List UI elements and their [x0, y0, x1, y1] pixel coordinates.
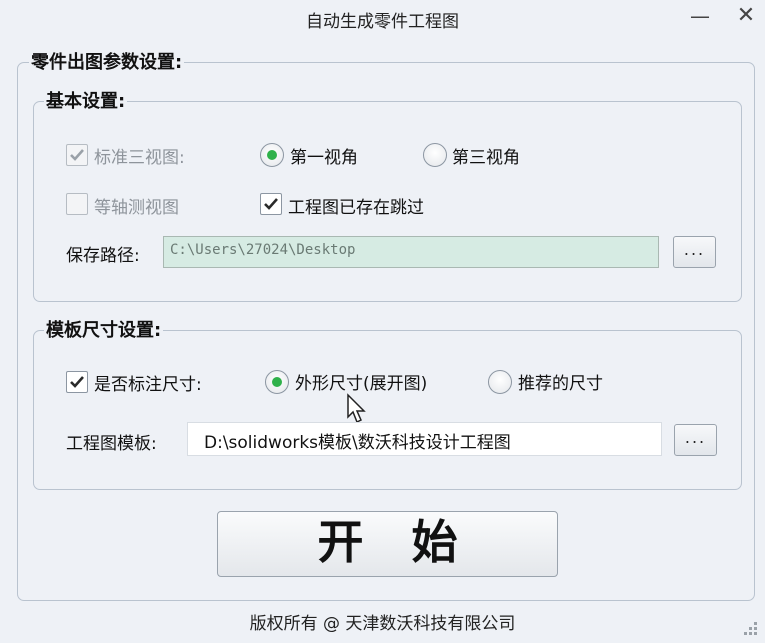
skip-existing-checkbox[interactable] [260, 193, 282, 215]
close-button[interactable]: ✕ [728, 2, 764, 32]
title-bar: 自动生成零件工程图 — ✕ [0, 0, 765, 36]
start-button[interactable]: 开始 [217, 511, 558, 577]
isometric-view-checkbox[interactable] [66, 193, 88, 215]
minimize-button[interactable]: — [682, 2, 718, 32]
first-angle-label: 第一视角 [290, 148, 358, 168]
save-path-label: 保存路径: [66, 246, 140, 266]
annotate-dims-label: 是否标注尺寸: [94, 375, 202, 395]
template-settings-group [33, 330, 742, 490]
skip-existing-label: 工程图已存在跳过 [288, 198, 424, 218]
radio-selected-dot [267, 150, 277, 160]
isometric-view-label: 等轴测视图 [94, 198, 179, 218]
save-path-field[interactable]: C:\Users\27024\Desktop [163, 236, 659, 268]
template-browse-button[interactable]: ... [674, 424, 717, 456]
standard-views-checkbox[interactable] [66, 144, 88, 166]
third-angle-label: 第三视角 [452, 148, 520, 168]
resize-grip-icon[interactable] [738, 616, 760, 638]
checkmark-icon [70, 376, 84, 388]
basic-settings-title: 基本设置: [44, 87, 128, 113]
outline-dims-radio[interactable] [265, 370, 289, 394]
template-label: 工程图模板: [66, 434, 157, 454]
checkmark-icon [264, 198, 278, 210]
copyright-footer: 版权所有 @ 天津数沃科技有限公司 [249, 614, 516, 634]
recommended-dims-label: 推荐的尺寸 [518, 374, 603, 394]
outline-dims-label: 外形尺寸(展开图) [295, 374, 428, 394]
mouse-cursor-icon [347, 393, 366, 424]
first-angle-radio[interactable] [260, 143, 284, 167]
standard-views-label: 标准三视图: [94, 148, 185, 168]
window-title: 自动生成零件工程图 [306, 12, 459, 32]
part-drawing-params-title: 零件出图参数设置: [29, 48, 185, 74]
third-angle-radio[interactable] [423, 143, 447, 167]
template-settings-title: 模板尺寸设置: [44, 316, 164, 342]
radio-selected-dot [272, 377, 282, 387]
checkmark-icon [70, 149, 84, 161]
template-path-field[interactable]: D:\solidworks模板\数沃科技设计工程图 [187, 422, 662, 456]
annotate-dims-checkbox[interactable] [66, 371, 88, 393]
save-path-browse-button[interactable]: ... [673, 236, 716, 268]
recommended-dims-radio[interactable] [488, 370, 512, 394]
